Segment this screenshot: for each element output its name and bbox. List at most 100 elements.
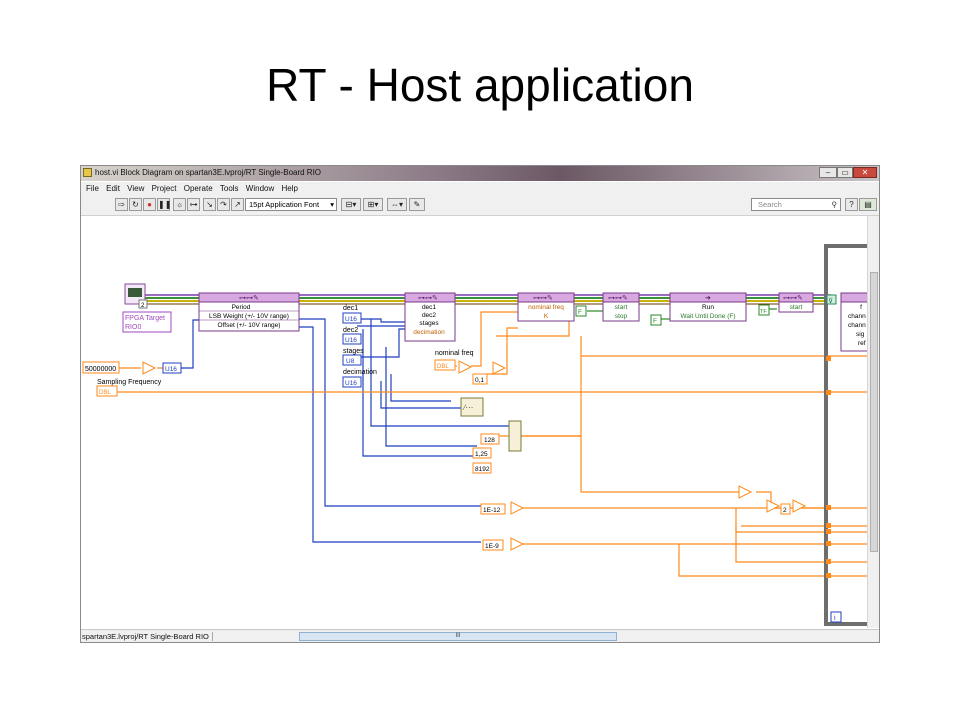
constant-50000000[interactable]: 50000000 [82,361,120,374]
diagram-svg: 2 FPGA Target RIO0 ⊶⊶✎ Period LSB Weight… [82,244,867,626]
font-select[interactable]: 15pt Application Font ▾ [245,198,337,211]
svg-text:TF: TF [760,309,767,315]
svg-text:1,25: 1,25 [475,451,488,458]
nominal-freq-type: DBL [437,364,449,370]
menu-file[interactable]: File [86,184,99,193]
svg-text:⊶⊶✎: ⊶⊶✎ [239,295,259,302]
svg-text:∕⋯: ∕⋯ [462,403,473,412]
node7-item-chann-2: chann [848,322,866,329]
search-icon: ⚲ [831,200,838,209]
node5-item-run: Run [702,304,714,311]
decimation-type: U16 [345,380,357,387]
rw-control-node-6[interactable]: ⊶⊶✎ start [778,292,814,313]
minimize-button[interactable]: – [819,167,837,178]
u16-label: U16 [165,366,177,373]
nominal-freq-label: nominal freq [435,350,474,357]
search-input[interactable]: Search ⚲ [751,198,841,211]
status-bar: spartan3E.lvproj/RT Single-Board RIO III [81,629,879,642]
menu-project[interactable]: Project [152,184,177,193]
close-button[interactable]: ✕ [853,167,877,178]
step-over-icon[interactable]: ↷ [217,198,230,211]
divide-node-nominal [458,360,473,374]
multiply-node-offset [510,537,525,551]
svg-text:F: F [578,309,582,316]
svg-text:50000000: 50000000 [85,366,116,373]
abort-icon[interactable]: ● [143,198,156,211]
dec2-type: U16 [345,337,357,344]
svg-text:⊶⊶✎: ⊶⊶✎ [783,295,803,302]
window-titlebar[interactable]: host.vi Block Diagram on spartan3E.lvpro… [81,166,879,181]
distribute-objects-icon[interactable]: ⊞▾ [363,198,383,211]
menu-tools[interactable]: Tools [220,184,239,193]
multiply-node-k [492,361,507,375]
menu-operate[interactable]: Operate [184,184,213,193]
stages-label: stages [343,348,364,355]
dec1-label: dec1 [343,305,358,312]
step-out-icon[interactable]: ↗ [231,198,244,211]
node3-item-nominal: nominal freq [528,304,564,311]
node2-item-dec1: dec1 [422,304,436,311]
rw-control-node-3[interactable]: ⊶⊶✎ nominal freq K [517,292,575,322]
node4-item-start: start [615,304,628,311]
labview-window: host.vi Block Diagram on spartan3E.lvpro… [80,165,880,643]
node5-item-wait: Wait Until Done (F) [680,313,735,320]
vertical-scrollbar[interactable] [867,216,879,628]
svg-text:⊶⊶✎: ⊶⊶✎ [533,295,553,302]
horizontal-scroll-thumb[interactable]: III [299,632,617,641]
pause-icon[interactable]: ❚❚ [157,198,171,211]
cleanup-diagram-icon[interactable]: ✎ [409,198,425,211]
node1-item-period: Period [232,304,251,311]
rw-control-node-2[interactable]: ⊶⊶✎ dec1 dec2 stages decimation [404,292,456,342]
node3-item-k: K [544,313,549,320]
align-objects-icon[interactable]: ⊟▾ [341,198,361,211]
node4-item-stop: stop [615,313,628,320]
svg-text:⊽: ⊽ [828,297,833,305]
menu-window[interactable]: Window [246,184,274,193]
svg-text:128: 128 [484,437,495,444]
fpga-target-name: RIO0 [125,324,141,331]
maximize-button[interactable]: ▭ [837,167,853,178]
chevron-down-icon: ▾ [330,200,334,209]
font-select-value: 15pt Application Font [249,200,320,209]
svg-text:1E-9: 1E-9 [485,543,499,550]
divide-node-right [792,499,807,513]
reciprocal-node [738,485,753,499]
vi-icon [83,168,92,177]
toolbar: ⇨ ↻ ● ❚❚ ☼ ⊶ ↘ ↷ ↗ 15pt Application Font… [81,195,879,216]
svg-text:8192: 8192 [475,466,490,473]
retain-wire-values-icon[interactable]: ⊶ [187,198,200,211]
node6-item-start: start [790,304,803,311]
multiply-node-lsb [510,501,525,515]
vi-connector-icon[interactable]: ▤ [859,198,877,211]
invoke-method-node-run[interactable]: ➜ Run Wait Until Done (F) [669,292,747,322]
dec1-type: U16 [345,316,357,323]
search-placeholder: Search [758,200,782,209]
node7-item-chann-1: chann [848,313,866,320]
node7-item-sig: sig [856,331,865,338]
rw-control-node-1[interactable]: ⊶⊶✎ Period LSB Weight (+/- 10V range) Of… [198,292,300,332]
run-continuous-icon[interactable]: ↻ [129,198,142,211]
menu-view[interactable]: View [127,184,144,193]
sampling-frequency-type: DBL [99,390,111,396]
menu-help[interactable]: Help [281,184,297,193]
fpga-target-icon[interactable]: 2 [124,283,148,309]
highlight-execution-icon[interactable]: ☼ [173,198,186,211]
horizontal-scrollbar[interactable]: III [295,632,865,641]
svg-text:2: 2 [783,507,787,514]
sampling-frequency-label: Sampling Frequency [97,379,162,386]
menu-edit[interactable]: Edit [106,184,120,193]
rw-control-node-4[interactable]: ⊶⊶✎ start stop [602,292,640,322]
decimation-label: decimation [343,369,377,376]
node2-item-stages: stages [419,320,439,327]
help-button[interactable]: ? [845,198,858,211]
fpga-label: FPGA Target [125,315,165,322]
vertical-scroll-thumb[interactable] [870,272,878,552]
multiply-node-right [766,499,781,513]
run-arrow-icon[interactable]: ⇨ [115,198,128,211]
resize-objects-icon[interactable]: ⇔▾ [387,198,407,211]
compound-arithmetic-node[interactable] [508,420,522,452]
rw-control-node-7[interactable]: f chann chann sig ref [840,292,867,352]
step-into-icon[interactable]: ↘ [203,198,216,211]
node7-item-f: f [860,304,862,311]
block-diagram-canvas[interactable]: 2 FPGA Target RIO0 ⊶⊶✎ Period LSB Weight… [81,216,867,628]
